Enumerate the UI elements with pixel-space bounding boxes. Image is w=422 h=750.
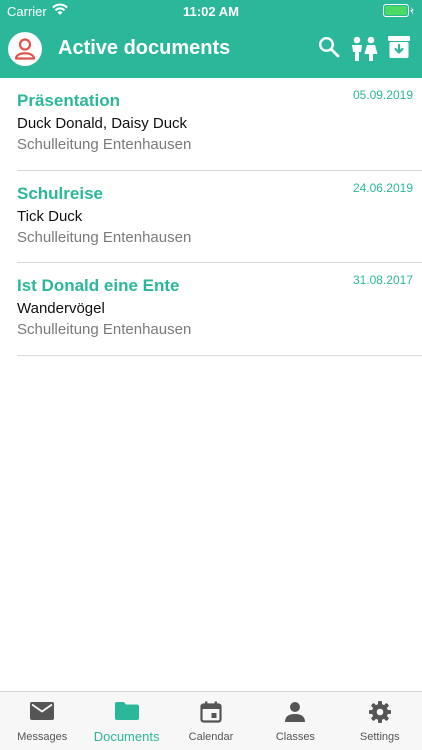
tab-label: Classes <box>275 731 315 743</box>
person-icon <box>285 702 306 722</box>
document-date: 24.06.2019 <box>352 180 413 195</box>
documents-list: Präsentation 05.09.2019 Duck Donald, Dai… <box>0 78 422 356</box>
page-title: Active documents <box>58 37 231 59</box>
status-time: 11:02 AM <box>183 4 239 19</box>
tab-messages[interactable]: Messages <box>0 692 84 750</box>
tab-label: Settings <box>359 731 400 743</box>
user-avatar-icon[interactable] <box>8 32 42 66</box>
calendar-icon <box>200 701 222 723</box>
tab-documents[interactable]: Documents <box>84 692 168 750</box>
search-icon[interactable] <box>318 36 340 58</box>
document-title: Präsentation <box>17 91 120 110</box>
document-school: Schulleitung Entenhausen <box>17 228 192 246</box>
document-title: Ist Donald eine Ente <box>17 276 180 295</box>
tab-label: Messages <box>17 731 68 743</box>
document-author: Tick Duck <box>17 207 83 225</box>
battery-icon <box>383 4 414 17</box>
document-author: Wandervögel <box>17 300 105 317</box>
tab-classes[interactable]: Classes <box>253 692 337 750</box>
status-bar: Carrier 11:02 AM <box>0 0 422 22</box>
document-school: Schulleitung Entenhausen <box>17 136 192 153</box>
document-item[interactable]: Ist Donald eine Ente 31.08.2017 Wandervö… <box>17 263 422 356</box>
tab-calendar[interactable]: Calendar <box>169 692 253 750</box>
document-date: 31.08.2017 <box>352 273 413 287</box>
archive-download-icon[interactable] <box>388 36 410 58</box>
gear-icon <box>368 701 391 723</box>
tab-bar: Messages Documents Calendar Classes Sett… <box>0 691 422 750</box>
document-title: Schulreise <box>17 183 103 203</box>
tab-label: Calendar <box>188 731 234 743</box>
kids-icon[interactable] <box>350 36 378 62</box>
document-item[interactable]: Präsentation 05.09.2019 Duck Donald, Dai… <box>17 78 422 171</box>
document-school: Schulleitung Entenhausen <box>17 321 192 338</box>
app-header: Carrier 11:02 AM Active documents <box>0 0 422 78</box>
document-date: 05.09.2019 <box>352 88 413 102</box>
document-item[interactable]: Schulreise 24.06.2019 Tick Duck Schullei… <box>17 171 422 263</box>
folder-icon <box>114 702 139 720</box>
document-author: Duck Donald, Daisy Duck <box>17 115 188 132</box>
tab-label: Documents <box>93 729 160 744</box>
envelope-icon <box>30 702 55 720</box>
tab-settings[interactable]: Settings <box>338 692 422 750</box>
